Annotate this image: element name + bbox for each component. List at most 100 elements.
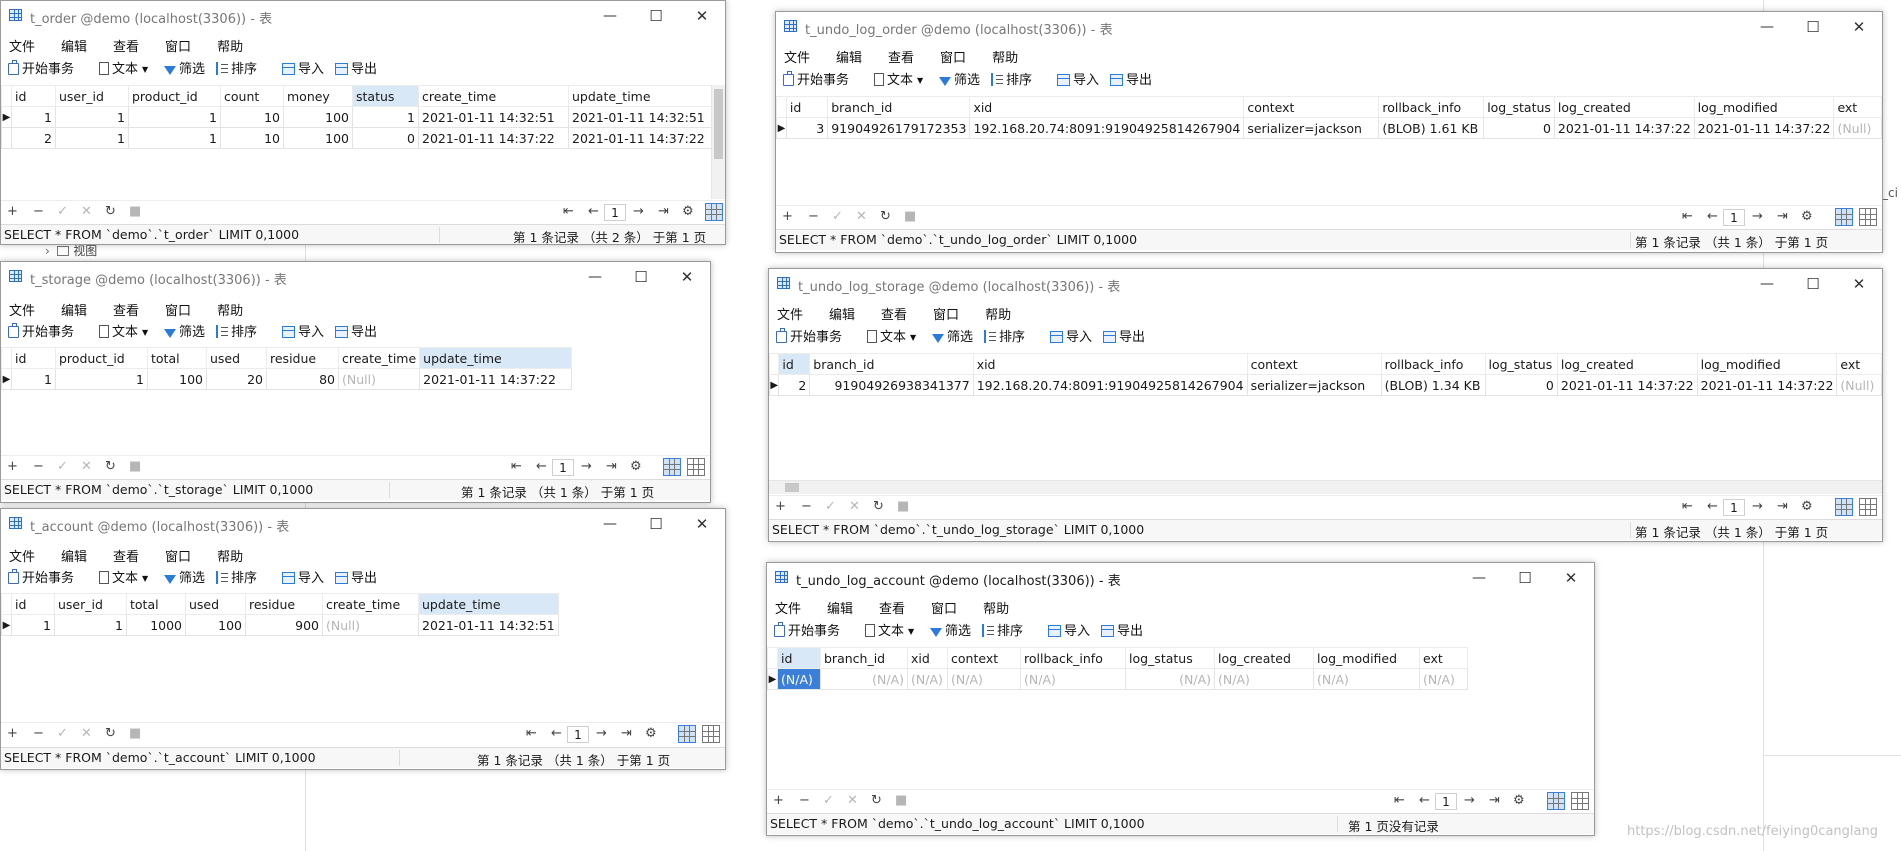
text-button[interactable]: 文本 ▼ [874, 71, 923, 91]
menu-window[interactable]: 窗口 [165, 297, 191, 319]
grid-view-icon[interactable] [663, 458, 681, 476]
column-header[interactable]: ext [1419, 647, 1468, 669]
title-bar[interactable]: t_undo_log_storage @demo (localhost(3306… [769, 269, 1882, 299]
menu-help[interactable]: 帮助 [983, 595, 1009, 617]
table-cell[interactable]: 1 [352, 106, 419, 128]
column-header[interactable]: residue [266, 347, 339, 369]
begin-transaction-button[interactable]: 开始事务 [8, 60, 74, 80]
settings-gear-icon[interactable]: ⚙ [1801, 499, 1813, 514]
column-header[interactable]: id [11, 593, 55, 615]
window-t-storage[interactable]: t_storage @demo (localhost(3306)) - 表 — … [0, 261, 711, 503]
page-number-input[interactable]: 1 [552, 459, 574, 476]
table-cell[interactable]: 2021-01-11 14:32:51 [418, 106, 569, 128]
settings-gear-icon[interactable]: ⚙ [645, 726, 657, 741]
export-button[interactable]: 导出 [335, 60, 377, 80]
table-cell[interactable]: 1 [128, 106, 221, 128]
previous-page-button[interactable]: ← [588, 204, 599, 219]
close-button[interactable]: ✕ [679, 1, 725, 31]
column-header[interactable]: count [220, 85, 284, 107]
delete-record-button[interactable]: − [801, 499, 812, 514]
column-header[interactable]: branch_id [820, 647, 908, 669]
column-header[interactable]: used [185, 593, 246, 615]
table-cell[interactable]: 2 [11, 127, 56, 149]
table-row[interactable]: ▶ 1 1 1000 100 900 (Null) 2021-01-11 14:… [1, 614, 559, 636]
delete-record-button[interactable]: − [799, 793, 810, 808]
column-header[interactable]: ext [1836, 353, 1882, 375]
menu-file[interactable]: 文件 [9, 33, 35, 55]
menu-view[interactable]: 查看 [881, 301, 907, 323]
table-cell[interactable]: 100 [185, 614, 246, 636]
table-cell[interactable]: (Null) [1836, 374, 1882, 396]
import-button[interactable]: 导入 [282, 60, 324, 80]
grid-view-icon[interactable] [678, 725, 696, 743]
discard-changes-button[interactable]: ✕ [849, 499, 860, 514]
next-page-button[interactable]: → [596, 726, 607, 741]
maximize-button[interactable]: ☐ [1790, 12, 1836, 42]
minimize-button[interactable]: — [587, 1, 633, 31]
title-bar[interactable]: t_undo_log_account @demo (localhost(3306… [767, 563, 1594, 593]
column-header[interactable]: used [206, 347, 267, 369]
title-bar[interactable]: t_undo_log_order @demo (localhost(3306))… [776, 12, 1882, 42]
column-header[interactable]: status [352, 85, 419, 107]
export-button[interactable]: 导出 [1101, 622, 1143, 642]
settings-gear-icon[interactable]: ⚙ [1801, 209, 1813, 224]
column-header[interactable]: update_time [419, 347, 573, 369]
title-bar[interactable]: t_account @demo (localhost(3306)) - 表 — … [1, 509, 725, 539]
delete-record-button[interactable]: − [33, 204, 44, 219]
last-page-button[interactable]: ⇥ [658, 204, 669, 219]
minimize-button[interactable]: — [587, 509, 633, 539]
add-record-button[interactable]: + [7, 459, 18, 474]
table-cell[interactable]: 2021-01-11 14:37:22 [1696, 374, 1838, 396]
close-button[interactable]: ✕ [1836, 12, 1882, 42]
page-number-input[interactable]: 1 [604, 204, 626, 221]
stop-button[interactable]: ■ [129, 459, 141, 474]
refresh-button[interactable]: ↻ [105, 459, 116, 474]
delete-record-button[interactable]: − [33, 459, 44, 474]
close-button[interactable]: ✕ [1548, 563, 1594, 593]
text-button[interactable]: 文本 ▼ [99, 60, 148, 80]
table-cell[interactable]: (N/A) [820, 668, 908, 690]
window-t-undo-log-storage[interactable]: t_undo_log_storage @demo (localhost(3306… [768, 268, 1883, 542]
first-page-button[interactable]: ⇤ [563, 204, 574, 219]
last-page-button[interactable]: ⇥ [1777, 499, 1788, 514]
import-button[interactable]: 导入 [1050, 328, 1092, 348]
next-page-button[interactable]: → [1752, 499, 1763, 514]
window-t-undo-log-account[interactable]: t_undo_log_account @demo (localhost(3306… [766, 562, 1595, 836]
filter-button[interactable]: 筛选 [930, 622, 971, 642]
chevron-down-icon[interactable]: ▼ [142, 65, 148, 74]
chevron-down-icon[interactable]: ▼ [910, 333, 916, 342]
close-button[interactable]: ✕ [679, 509, 725, 539]
first-page-button[interactable]: ⇤ [1682, 499, 1693, 514]
begin-transaction-button[interactable]: 开始事务 [8, 323, 74, 343]
column-header[interactable]: xid [972, 353, 1248, 375]
menu-window[interactable]: 窗口 [165, 543, 191, 565]
column-header[interactable]: product_id [55, 347, 148, 369]
table-cell[interactable]: (BLOB) 1.34 KB [1380, 374, 1486, 396]
column-header[interactable]: id [11, 85, 56, 107]
import-button[interactable]: 导入 [1057, 71, 1099, 91]
column-header[interactable]: log_status [1483, 96, 1555, 118]
last-page-button[interactable]: ⇥ [621, 726, 632, 741]
close-button[interactable]: ✕ [1836, 269, 1882, 299]
table-row[interactable]: ▶ 1 1 1 10 100 1 2021-01-11 14:32:51 202… [1, 106, 717, 128]
delete-record-button[interactable]: − [33, 726, 44, 741]
close-button[interactable]: ✕ [664, 262, 710, 292]
maximize-button[interactable]: ☐ [1502, 563, 1548, 593]
column-header[interactable]: context [947, 647, 1021, 669]
stop-button[interactable]: ■ [904, 209, 916, 224]
next-page-button[interactable]: → [1752, 209, 1763, 224]
table-row[interactable]: ▶ 2 91904926938341377 192.168.20.74:8091… [769, 374, 1882, 396]
column-header[interactable]: log_created [1553, 96, 1695, 118]
sort-button[interactable]: 排序 [982, 622, 1023, 642]
column-header[interactable]: branch_id [827, 96, 971, 118]
menu-help[interactable]: 帮助 [217, 543, 243, 565]
export-button[interactable]: 导出 [1110, 71, 1152, 91]
menu-edit[interactable]: 编辑 [61, 33, 87, 55]
table-cell[interactable]: 2021-01-11 14:32:51 [418, 614, 559, 636]
menu-file[interactable]: 文件 [9, 543, 35, 565]
table-cell[interactable]: 192.168.20.74:8091:91904925814267904 [969, 117, 1245, 139]
column-header[interactable]: residue [245, 593, 323, 615]
settings-gear-icon[interactable]: ⚙ [1513, 793, 1525, 808]
column-header[interactable]: create_time [337, 347, 421, 369]
table-row[interactable]: ▶ (N/A) (N/A) (N/A) (N/A) (N/A) (N/A) (N… [767, 668, 1468, 690]
